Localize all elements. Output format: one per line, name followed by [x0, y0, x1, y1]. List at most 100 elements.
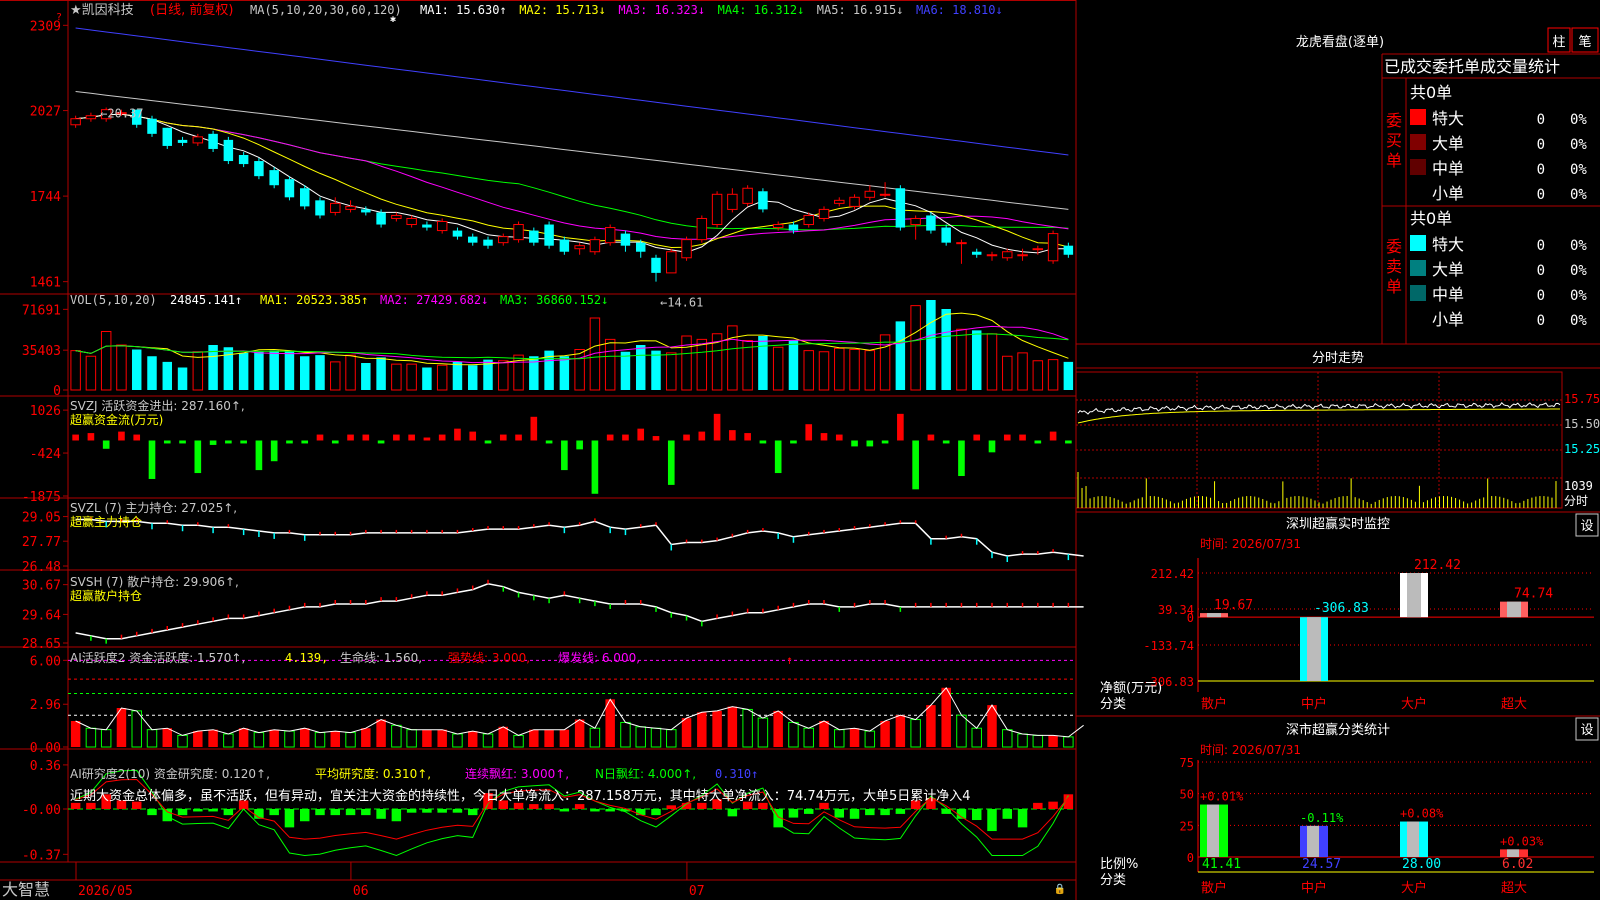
- volume-bar-up: [116, 344, 127, 391]
- classify-ytick: 25: [1180, 819, 1194, 833]
- active-bar-up: [926, 705, 936, 747]
- n-day-red: N日飘红: 4.000↑,: [595, 766, 696, 781]
- monitor-ytick: 0: [1187, 611, 1194, 625]
- vol-ma-value-2: MA2: 27429.682↓: [380, 293, 488, 307]
- flow-bar: [1065, 440, 1072, 444]
- volume-bar-down: [467, 365, 478, 390]
- buy-swatch: [1410, 109, 1426, 125]
- classify-settings-label: 设: [1580, 723, 1593, 738]
- active-bar-up: [437, 729, 447, 747]
- flow-bar: [881, 440, 889, 444]
- flow-bar: [179, 440, 186, 444]
- flow-bar: [454, 428, 461, 441]
- candle-body-down: [559, 239, 570, 252]
- active-bar-down: [757, 717, 769, 748]
- burst-line-label: 爆发线: 6.000,: [558, 650, 640, 665]
- flow-bar: [622, 434, 629, 441]
- volume-bar-up: [956, 328, 967, 391]
- candle-body-down: [758, 191, 768, 210]
- candle-body-down: [208, 133, 218, 149]
- bar-mode-label: 柱: [1552, 35, 1565, 50]
- research-bar: [177, 809, 188, 816]
- research-bar: [1048, 801, 1058, 809]
- volume-bar-down: [635, 345, 646, 390]
- research-bar: [971, 809, 982, 821]
- volume-bar-up: [727, 325, 738, 391]
- buy-swatch: [1410, 159, 1426, 175]
- y-tick-label-vol: 0: [53, 384, 61, 399]
- y-tick-label-main: 1461: [30, 276, 61, 291]
- research-bar: [987, 809, 997, 832]
- candle-body-down: [223, 139, 234, 162]
- candle-body-down: [254, 161, 264, 177]
- flow-bar: [988, 440, 996, 453]
- candle-body-up: [85, 115, 97, 120]
- candle-body-up: [818, 208, 830, 219]
- y-tick-label-retail_hold: 30.67: [22, 579, 61, 594]
- flow-bar: [1049, 431, 1057, 441]
- volume-bar-up: [666, 352, 677, 391]
- candle-body-down: [620, 233, 631, 246]
- buy-row-value: 0: [1537, 137, 1545, 153]
- active-bar-down: [177, 734, 188, 748]
- flow-bar: [118, 431, 125, 441]
- intraday-vol-label2: 分时: [1564, 494, 1588, 508]
- volume-bar-down: [620, 351, 631, 390]
- research-bar: [223, 809, 234, 816]
- volume-bar-up: [70, 350, 81, 391]
- sell-row-value: 0: [1537, 263, 1545, 279]
- research-bar: [284, 809, 295, 828]
- candle-body-up: [574, 245, 585, 250]
- buy-row-value: 0: [1537, 162, 1545, 178]
- research-note: 近期大资金总体偏多，虽不活跃，但有异动，宜关注大资金的持续性，今日大单净流入：2…: [70, 788, 971, 804]
- volume-bar-up: [834, 347, 845, 391]
- candle-body-up: [772, 224, 784, 229]
- candle-body-down: [162, 127, 173, 146]
- flow-bar: [591, 440, 599, 494]
- stock-chart-canvas[interactable]: 2309202717441461716913540301026-424-1875…: [0, 0, 1600, 900]
- research-bar: [635, 809, 646, 816]
- volume-bar-down: [223, 347, 234, 390]
- research-bar: [590, 809, 600, 812]
- volume-bar-up: [879, 334, 891, 391]
- volume-bar-up: [498, 360, 509, 391]
- flow-bar: [973, 434, 981, 441]
- sell-swatch: [1410, 285, 1426, 301]
- research-bar: [727, 809, 738, 817]
- candle-body-down: [1063, 245, 1074, 255]
- monitor-category: 大户: [1401, 696, 1427, 712]
- volume-bar-down: [299, 356, 310, 390]
- candle-body-up: [696, 217, 708, 241]
- line-mode-label: 笔: [1578, 34, 1591, 50]
- intraday-vol-label: 1039: [1564, 479, 1593, 493]
- flow-bar: [820, 433, 828, 441]
- buy-side-char: 单: [1386, 151, 1402, 170]
- flow-bar: [209, 440, 217, 445]
- active-bar-up: [544, 729, 554, 747]
- flow-bar: [393, 434, 400, 441]
- flow-bar: [759, 440, 767, 444]
- flow-bar: [102, 440, 110, 449]
- active-bar-up: [361, 728, 371, 747]
- volume-bar-down: [131, 349, 142, 390]
- active-bar-down: [1063, 736, 1074, 748]
- candle-body-up: [849, 196, 860, 207]
- active-bar-down: [1032, 734, 1044, 748]
- classify-ylabel: 比例%: [1100, 857, 1138, 872]
- sell-row-value: 0: [1537, 313, 1545, 329]
- retail-hold-line: [75, 583, 1084, 640]
- y-tick-label-active: 6.00: [30, 654, 61, 669]
- active-bar-up: [574, 719, 585, 747]
- ma-value-5: MA5: 16.915↓: [817, 3, 904, 17]
- volume-bar-down: [162, 361, 173, 390]
- flow-bar: [286, 440, 293, 444]
- flow-bar: [72, 434, 79, 441]
- flow-bar: [469, 431, 477, 441]
- buy-row-label: 中单: [1432, 159, 1464, 178]
- y-tick-label-flow: -1875: [22, 490, 61, 505]
- research-bar: [391, 809, 402, 822]
- candle-body-down: [376, 212, 386, 225]
- volume-bar-up: [818, 351, 830, 391]
- flow-bar: [163, 440, 171, 444]
- volume-bar-down: [254, 351, 264, 390]
